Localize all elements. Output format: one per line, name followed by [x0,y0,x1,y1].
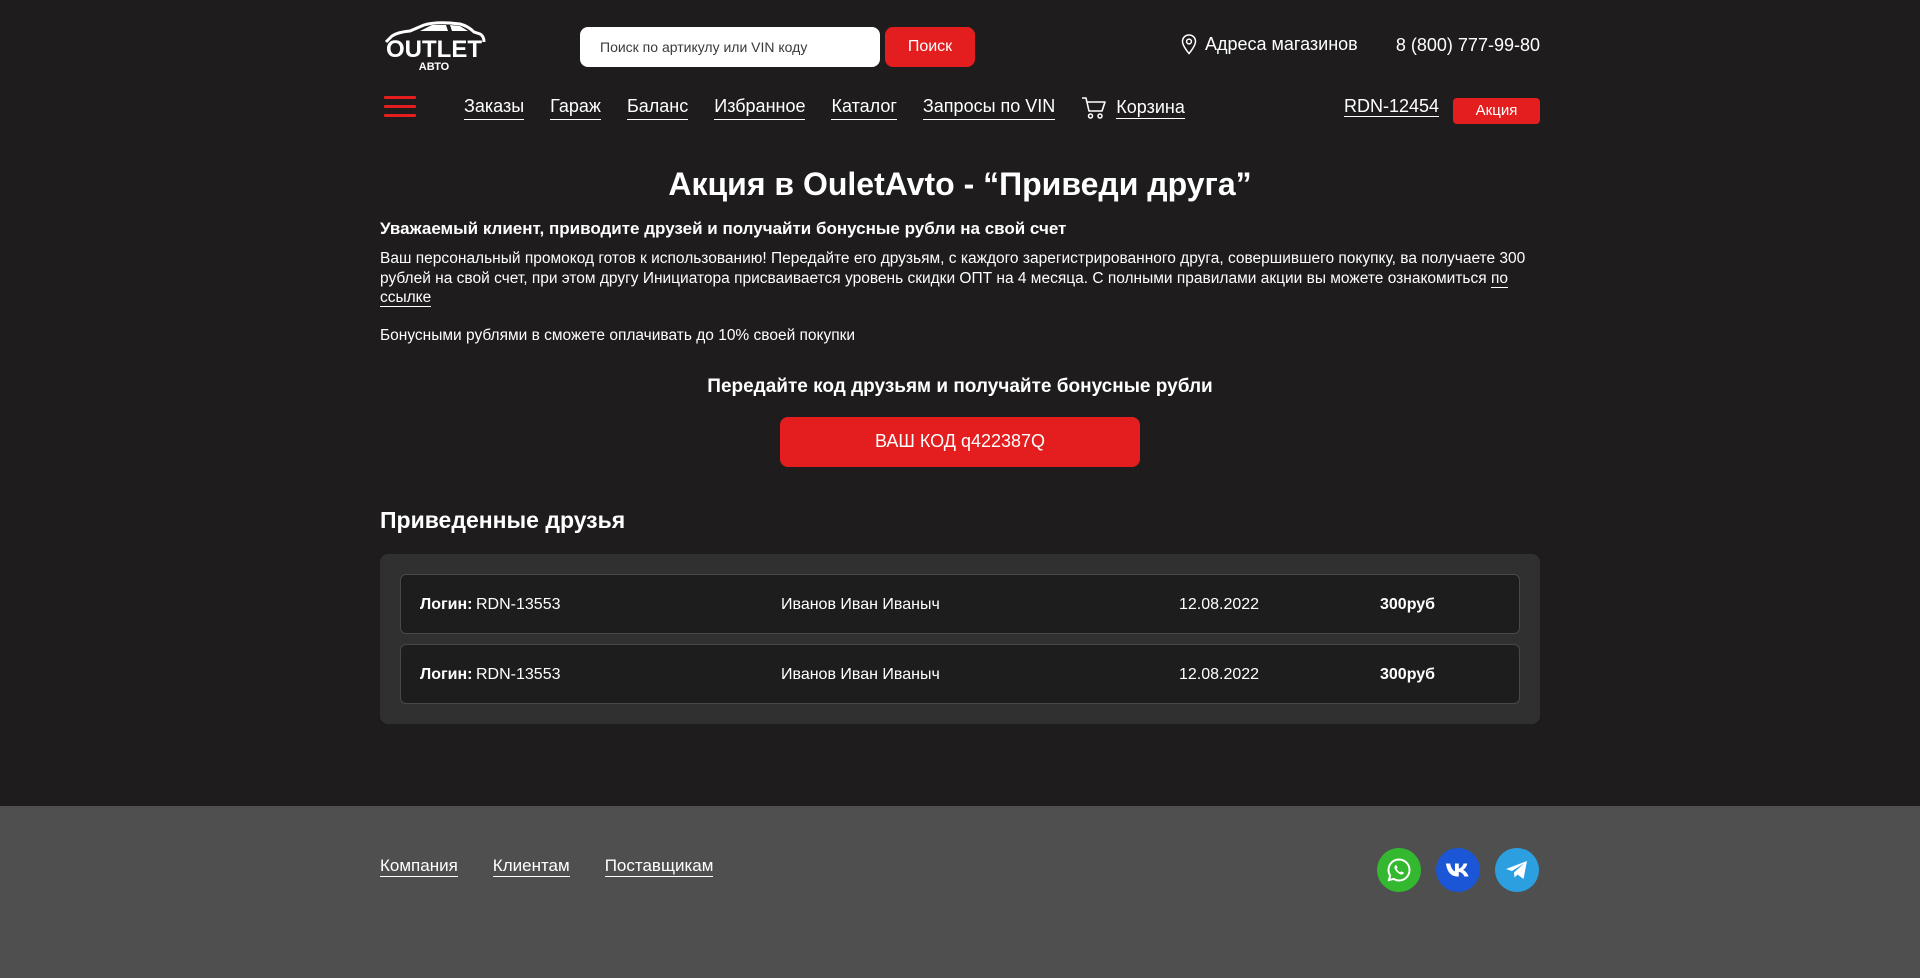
friend-amount: 300руб [1380,665,1436,683]
location-pin-icon [1181,34,1197,55]
footer: Компания Клиентам Поставщикам [0,806,1920,978]
bonus-note: Бонусными рублями в сможете оплачивать д… [380,326,856,344]
logo-text-top: OUTLET [386,36,482,63]
cart-label[interactable]: Корзина [1116,97,1185,119]
promo-description-text: Ваш персональный промокод готов к исполь… [380,250,1526,287]
user-login[interactable]: RDN-12454 [1344,96,1440,117]
telegram-icon[interactable] [1495,848,1539,892]
footer-link-clients[interactable]: Клиентам [492,856,570,877]
main-nav: Заказы Гараж Баланс Избранное Каталог За… [464,96,1185,120]
friends-title: Приведенные друзья [380,506,626,533]
nav-item-cart[interactable]: Корзина [1081,96,1185,120]
nav-item-catalog[interactable]: Каталог [831,96,897,120]
login-label: Логин: [420,665,473,683]
friends-list: Логин: RDN-13553 Иванов Иван Иваныч 12.0… [380,553,1540,724]
vk-icon[interactable] [1436,848,1480,892]
search-input[interactable] [580,27,880,67]
friend-row: Логин: RDN-13553 Иванов Иван Иваныч 12.0… [400,643,1520,704]
friend-name: Иванов Иван Иваныч [781,665,940,683]
nav-item-balance[interactable]: Баланс [626,96,689,120]
nav-item-favorites[interactable]: Избранное [714,96,806,120]
social-links [1377,848,1539,892]
nav-item-garage[interactable]: Гараж [550,96,601,120]
share-title: Передайте код друзьям и получайте бонусн… [707,375,1213,397]
stores-link[interactable]: Адреса магазинов [1181,34,1358,55]
header-top: OUTLET АВТО Поиск Адреса магазинов 8 (80… [380,0,1540,94]
car-logo-icon: OUTLET АВТО [384,21,486,73]
friend-date: 12.08.2022 [1179,665,1260,683]
logo[interactable]: OUTLET АВТО [380,20,488,73]
footer-links: Компания Клиентам Поставщикам [380,856,748,877]
menu-burger-icon[interactable] [384,96,416,118]
friend-amount: 300руб [1380,595,1436,613]
footer-link-suppliers[interactable]: Поставщикам [604,856,714,877]
lead-text: Уважаемый клиент, приводите друзей и пол… [380,219,1067,238]
login-label: Логин: [420,595,473,613]
phone-number[interactable]: 8 (800) 777-99-80 [1396,35,1540,56]
nav-item-vin-requests[interactable]: Запросы по VIN [922,96,1056,120]
cart-icon [1082,97,1107,119]
search-bar: Поиск [580,27,975,67]
friend-row: Логин: RDN-13553 Иванов Иван Иваныч 12.0… [400,573,1520,634]
friend-login: RDN-13553 [476,665,561,683]
friend-name: Иванов Иван Иваныч [781,595,940,613]
nav-bar: Заказы Гараж Баланс Избранное Каталог За… [380,94,1540,134]
whatsapp-icon[interactable] [1377,848,1421,892]
logo-text-bottom: АВТО [419,61,450,72]
page-title: Акция в OuletAvto - “Приведи друга” [668,166,1252,202]
friend-login: RDN-13553 [476,595,561,613]
promo-badge[interactable]: Акция [1453,98,1540,124]
nav-item-orders[interactable]: Заказы [464,96,525,120]
friend-date: 12.08.2022 [1179,595,1260,613]
search-button[interactable]: Поиск [885,27,975,67]
promo-code-button[interactable]: ВАШ КОД q422387Q [780,416,1140,467]
footer-link-company[interactable]: Компания [380,856,458,877]
promo-description: Ваш персональный промокод готов к исполь… [380,249,1540,308]
stores-link-label: Адреса магазинов [1205,34,1358,54]
